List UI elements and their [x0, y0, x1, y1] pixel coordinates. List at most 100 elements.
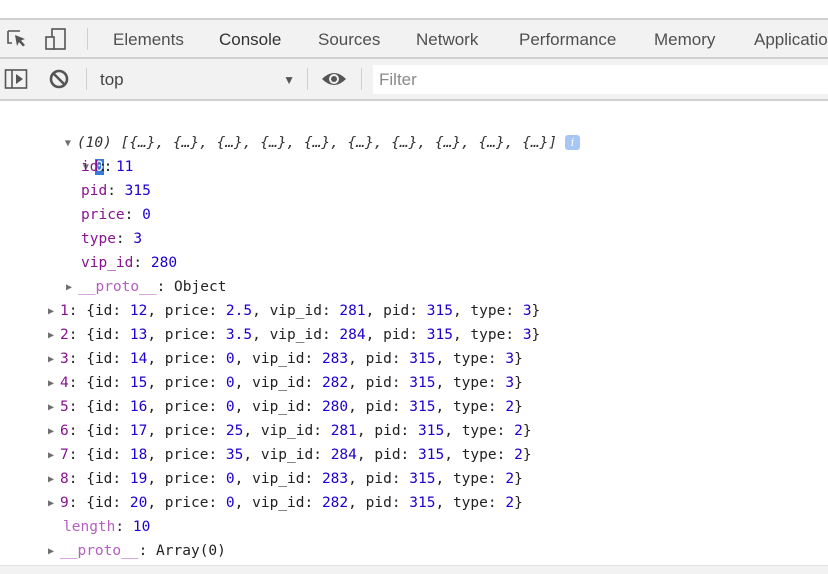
colon: :	[133, 255, 151, 271]
tab-console[interactable]: Console	[203, 20, 297, 57]
expanded-item-row[interactable]: ▼ 0:	[48, 131, 112, 175]
tab-memory[interactable]: Memory	[638, 20, 731, 57]
expand-triangle-icon[interactable]: ▶	[48, 348, 60, 372]
field-value-vip-id: 281	[339, 303, 366, 319]
punct: }	[522, 447, 532, 463]
field-key: id:	[94, 399, 130, 415]
field-value-pid: 315	[418, 447, 445, 463]
property-key: pid	[81, 183, 108, 199]
field-key: vip_id:	[252, 399, 322, 415]
expand-triangle-icon[interactable]: ▶	[48, 300, 60, 324]
punct: ,	[147, 471, 165, 487]
punct: ,	[435, 495, 453, 511]
expand-triangle-icon[interactable]: ▶	[48, 540, 60, 564]
field-key: id:	[94, 303, 130, 319]
array-item-row[interactable]: ▶ 3: {id: 14, price: 0, vip_id: 283, pid:…	[48, 347, 523, 371]
field-value-id: 18	[129, 447, 148, 463]
filter-input[interactable]	[373, 65, 828, 94]
show-sidebar-icon[interactable]	[4, 68, 28, 90]
array-item-row[interactable]: ▶ 5: {id: 16, price: 0, vip_id: 280, pid:…	[48, 395, 523, 419]
context-selector[interactable]: top ▼	[100, 59, 295, 99]
colon: :	[115, 519, 133, 535]
array-item-row[interactable]: ▶ 7: {id: 18, price: 35, vip_id: 284, pid…	[48, 443, 532, 467]
expand-triangle-icon[interactable]: ▶	[48, 492, 60, 516]
property-row: pid: 315	[81, 179, 151, 203]
expand-triangle-icon[interactable]: ▶	[66, 276, 78, 300]
field-key: pid:	[374, 447, 419, 463]
field-value-pid: 315	[409, 471, 436, 487]
array-item-row[interactable]: ▶ 4: {id: 15, price: 0, vip_id: 282, pid:…	[48, 371, 523, 395]
field-value-price: 0	[225, 351, 235, 367]
array-item-row[interactable]: ▶ 2: {id: 13, price: 3.5, vip_id: 284, pi…	[48, 323, 540, 347]
field-value-vip-id: 280	[321, 399, 349, 415]
colon: :	[138, 543, 157, 559]
expand-triangle-icon[interactable]: ▶	[48, 444, 60, 468]
object-proto-row[interactable]: ▶ __proto__: Object	[66, 275, 226, 299]
field-key: price:	[164, 303, 226, 319]
field-key: vip_id:	[252, 351, 322, 367]
field-key: vip_id:	[260, 447, 331, 463]
tab-sources[interactable]: Sources	[302, 20, 396, 57]
array-item-row[interactable]: ▶ 6: {id: 17, price: 25, vip_id: 281, pid…	[48, 419, 532, 443]
context-selector-value: top	[100, 70, 124, 89]
field-value-id: 15	[129, 375, 148, 391]
punct: ,	[147, 423, 165, 439]
property-value: 3	[133, 231, 143, 247]
field-value-type: 3	[505, 351, 515, 367]
field-key: price:	[164, 423, 226, 439]
property-row: type: 3	[81, 227, 142, 251]
punct: }	[531, 327, 541, 343]
array-item-row[interactable]: ▶ 9: {id: 20, price: 0, vip_id: 282, pid:…	[48, 491, 523, 515]
punct: ,	[147, 375, 165, 391]
punct: ,	[444, 423, 462, 439]
toolbar-divider	[87, 28, 88, 50]
field-key: type:	[470, 327, 523, 343]
array-item-row[interactable]: ▶ 1: {id: 12, price: 2.5, vip_id: 281, pi…	[48, 299, 540, 323]
field-key: pid:	[374, 423, 419, 439]
tab-performance[interactable]: Performance	[503, 20, 632, 57]
punct: ,	[252, 327, 270, 343]
field-value-vip-id: 282	[321, 495, 349, 511]
expand-triangle-icon[interactable]: ▶	[48, 396, 60, 420]
expand-triangle-icon[interactable]: ▶	[48, 372, 60, 396]
live-expression-icon[interactable]	[321, 68, 346, 90]
field-value-pid: 315	[409, 495, 436, 511]
tab-application[interactable]: Application	[738, 20, 828, 57]
punct: ,	[452, 327, 471, 343]
field-value-price: 35	[225, 447, 244, 463]
field-value-pid: 315	[409, 375, 436, 391]
info-icon[interactable]: i	[565, 135, 581, 150]
expand-triangle-icon[interactable]: ▶	[48, 420, 60, 444]
punct: ,	[356, 423, 375, 439]
field-key: vip_id:	[260, 423, 331, 439]
expand-triangle-icon[interactable]: ▶	[48, 324, 60, 348]
tab-elements[interactable]: Elements	[97, 20, 200, 57]
field-key: vip_id:	[269, 303, 340, 319]
punct: : {	[68, 423, 95, 439]
item-index: 5	[60, 399, 69, 415]
array-summary-row[interactable]: ▼ (10) [{…}, {…}, {…}, {…}, {…}, {…}, {…}…	[30, 107, 581, 151]
item-index: 3	[60, 351, 69, 367]
device-toolbar-icon[interactable]	[44, 28, 68, 50]
field-key: pid:	[365, 351, 410, 367]
field-key: id:	[94, 327, 130, 343]
field-value-pid: 315	[426, 327, 453, 343]
tab-network[interactable]: Network	[400, 20, 494, 57]
punct: ,	[234, 399, 253, 415]
inspect-element-icon[interactable]	[6, 28, 30, 50]
clear-console-icon[interactable]	[47, 68, 71, 90]
field-value-vip-id: 282	[321, 375, 349, 391]
array-proto-row[interactable]: ▶ __proto__: Array(0)	[48, 539, 226, 563]
property-row: price: 0	[81, 203, 151, 227]
field-value-price: 0	[225, 375, 235, 391]
punct: ,	[444, 447, 462, 463]
field-key: vip_id:	[252, 471, 322, 487]
punct: ,	[348, 351, 366, 367]
field-value-vip-id: 283	[321, 471, 349, 487]
expand-triangle-icon[interactable]: ▶	[48, 468, 60, 492]
punct: ,	[243, 423, 261, 439]
array-item-row[interactable]: ▶ 8: {id: 19, price: 0, vip_id: 283, pid:…	[48, 467, 523, 491]
field-value-pid: 315	[409, 351, 436, 367]
field-value-price: 25	[225, 423, 244, 439]
proto-key: __proto__	[78, 279, 157, 295]
